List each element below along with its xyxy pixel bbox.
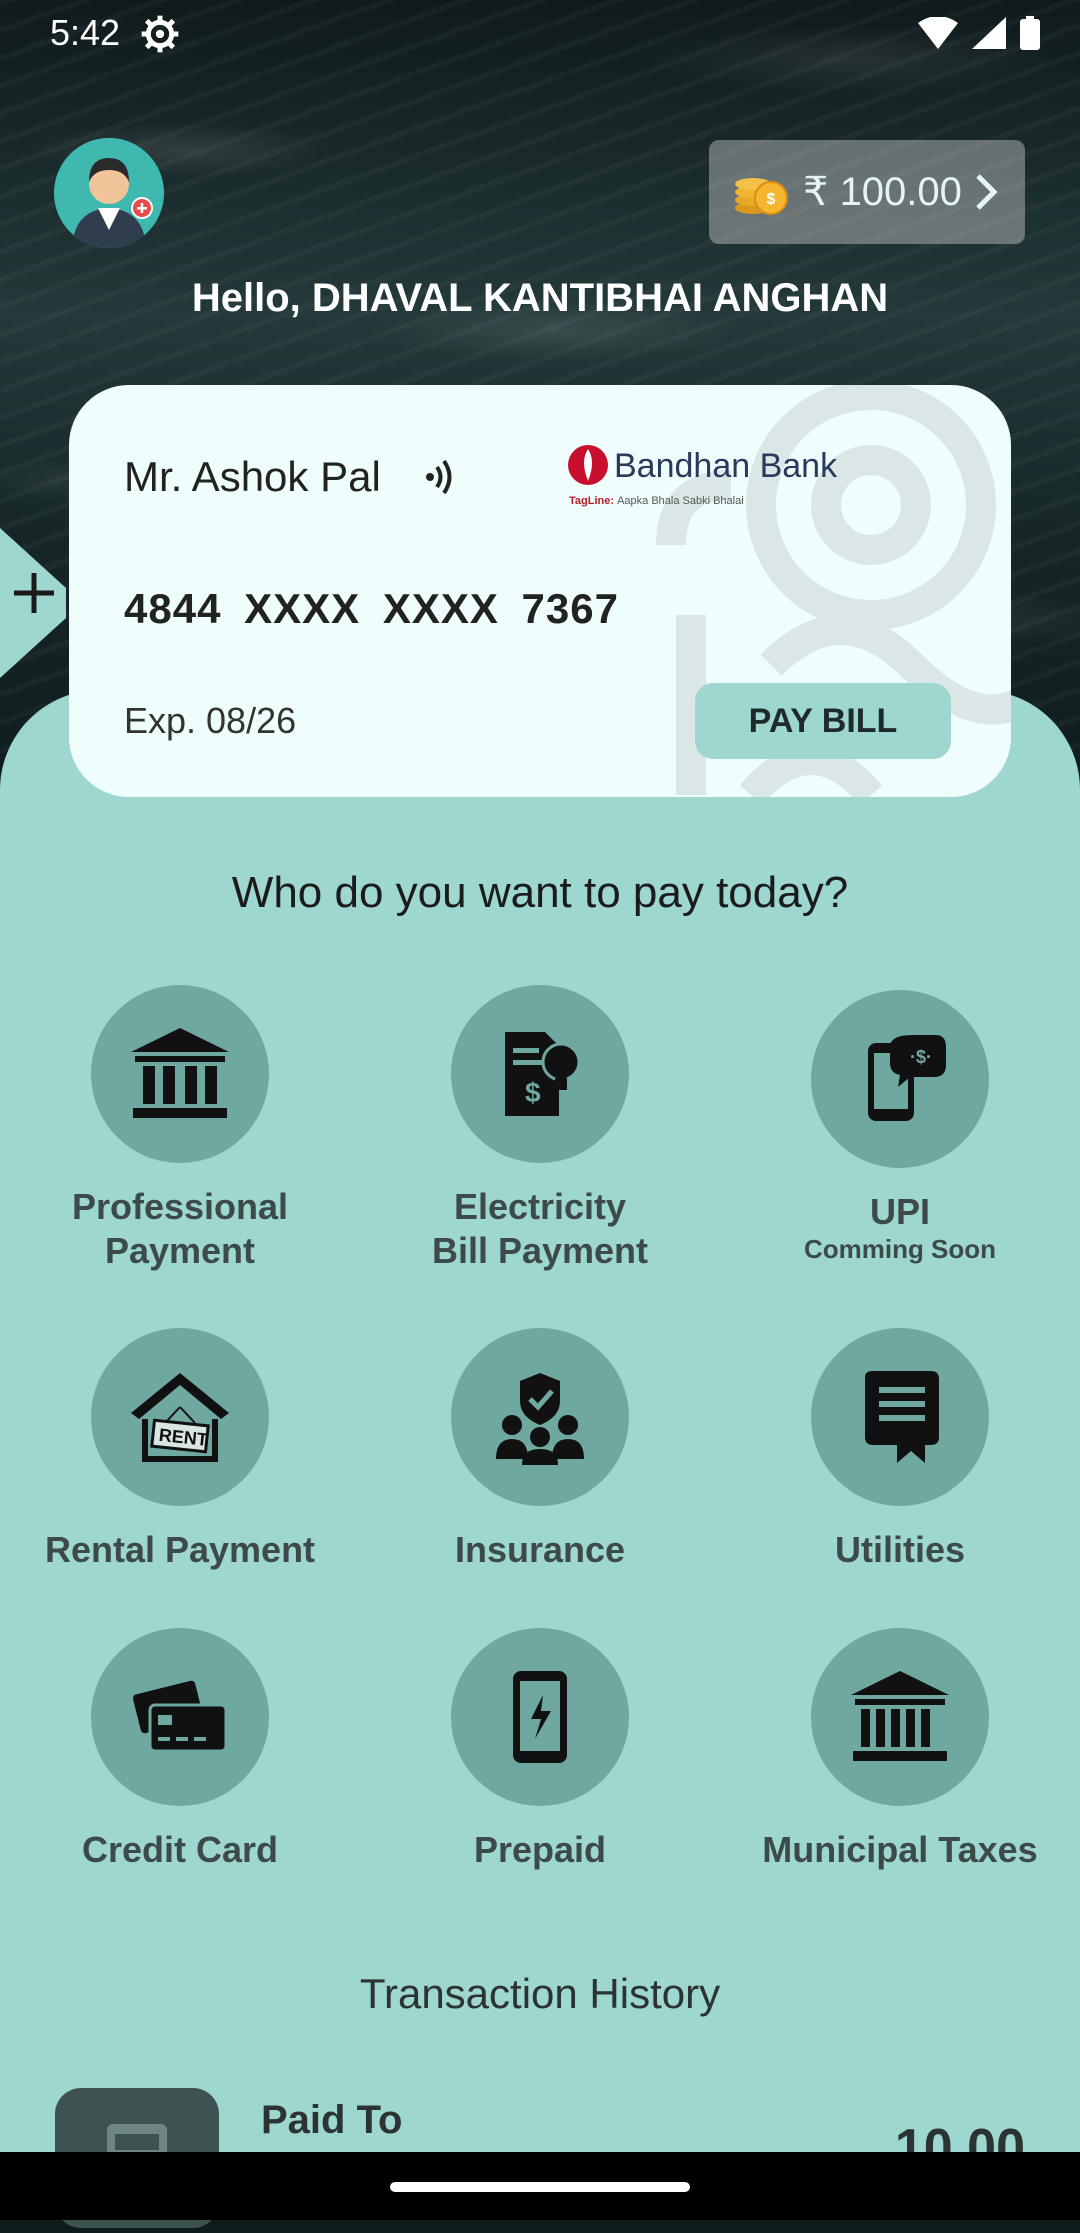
- home-gesture-handle[interactable]: [390, 2182, 690, 2192]
- prepaid-circle: [451, 1628, 629, 1806]
- wallet-amount: ₹ 100.00: [803, 170, 962, 214]
- service-label: Rental Payment: [44, 1529, 316, 1570]
- upi-circle: ·$·: [811, 990, 989, 1168]
- payment-question: Who do you want to pay today?: [231, 868, 849, 917]
- service-rental-payment[interactable]: RENT Rental Payment: [0, 1328, 360, 1572]
- card-holder-name: Mr. Ashok Pal: [124, 453, 381, 500]
- service-label: Insurance: [454, 1529, 626, 1570]
- service-label: Prepaid: [473, 1829, 607, 1870]
- chevron-right-icon: [976, 174, 998, 210]
- rental-payment-circle: RENT: [91, 1328, 269, 1506]
- user-avatar-icon: [54, 138, 164, 248]
- transaction-label: Paid To: [261, 2098, 403, 2142]
- service-label: Credit Card: [81, 1829, 279, 1870]
- tagline-text: Aapka Bhala Sabki Bhalai: [617, 495, 744, 507]
- service-sublabel: Comming Soon: [803, 1234, 997, 1264]
- status-bar: 5:42: [0, 0, 1080, 66]
- greeting-text: Hello, DHAVAL KANTIBHAI ANGHAN: [191, 276, 889, 320]
- service-electricity-bill[interactable]: $ Electricity Bill Payment: [360, 985, 720, 1273]
- service-municipal-taxes[interactable]: Municipal Taxes: [720, 1628, 1080, 1872]
- rent-house-icon: RENT: [131, 1373, 229, 1462]
- electricity-bill-circle: $: [451, 985, 629, 1163]
- coins-icon: $: [735, 178, 788, 215]
- service-utilities[interactable]: Utilities: [720, 1328, 1080, 1572]
- service-credit-card[interactable]: Credit Card: [0, 1628, 360, 1872]
- service-insurance[interactable]: Insurance: [360, 1328, 720, 1572]
- signal-icon: [972, 17, 1006, 49]
- utilities-circle: [811, 1328, 989, 1506]
- service-upi[interactable]: ·$· UPI Comming Soon: [720, 990, 1080, 1265]
- tagline-label: TagLine:: [569, 495, 615, 507]
- card-number: 4844 XXXX XXXX 7367: [124, 585, 619, 632]
- municipal-taxes-circle: [811, 1628, 989, 1806]
- card-expiry: Exp. 08/26: [124, 700, 297, 741]
- service-prepaid[interactable]: Prepaid: [360, 1628, 720, 1872]
- service-label: Professional Payment: [71, 1186, 289, 1271]
- bandhan-bank-logo-icon: [568, 445, 608, 485]
- svg-text:·$·: ·$·: [910, 1047, 932, 1067]
- insurance-circle: [451, 1328, 629, 1506]
- navigation-bar: [0, 2152, 1080, 2220]
- credit-card-circle: [91, 1628, 269, 1806]
- prepaid-phone-icon: [513, 1671, 567, 1763]
- bank-name: Bandhan Bank: [614, 447, 838, 485]
- profile-avatar[interactable]: [54, 138, 164, 248]
- bank-building-icon: [131, 1028, 229, 1118]
- status-time: 5:42: [50, 12, 121, 53]
- wifi-icon: [918, 17, 958, 49]
- professional-payment-circle: [91, 985, 269, 1163]
- battery-icon: [1020, 16, 1040, 50]
- transaction-history-title: Transaction History: [359, 1970, 721, 2017]
- municipal-building-icon: [851, 1671, 949, 1761]
- insurance-shield-icon: [496, 1373, 584, 1465]
- add-card-tab[interactable]: [0, 528, 66, 678]
- electricity-bill-icon: $: [505, 1032, 581, 1116]
- service-professional-payment[interactable]: Professional Payment: [0, 985, 360, 1273]
- svg-text:$: $: [767, 191, 776, 208]
- settings-gear-icon: [141, 15, 179, 53]
- utilities-receipt-icon: [865, 1371, 939, 1463]
- credit-card-icon: [132, 1680, 228, 1753]
- bank-tagline: TagLine: Aapka Bhala Sabki Bhalai: [569, 495, 744, 507]
- upi-phone-icon: ·$·: [868, 1035, 946, 1121]
- service-label: Electricity Bill Payment: [431, 1186, 649, 1271]
- pay-bill-button[interactable]: PAY BILL: [695, 683, 951, 759]
- contactless-icon: [426, 459, 452, 495]
- service-label: Municipal Taxes: [762, 1829, 1038, 1870]
- service-label: UPI: [869, 1191, 930, 1232]
- bank-card[interactable]: Mr. Ashok Pal Bandhan Bank TagLine: Aapk…: [69, 385, 1011, 797]
- service-label: Utilities: [834, 1529, 966, 1570]
- svg-text:$: $: [525, 1077, 541, 1108]
- wallet-balance-button[interactable]: $ ₹ 100.00: [709, 140, 1025, 244]
